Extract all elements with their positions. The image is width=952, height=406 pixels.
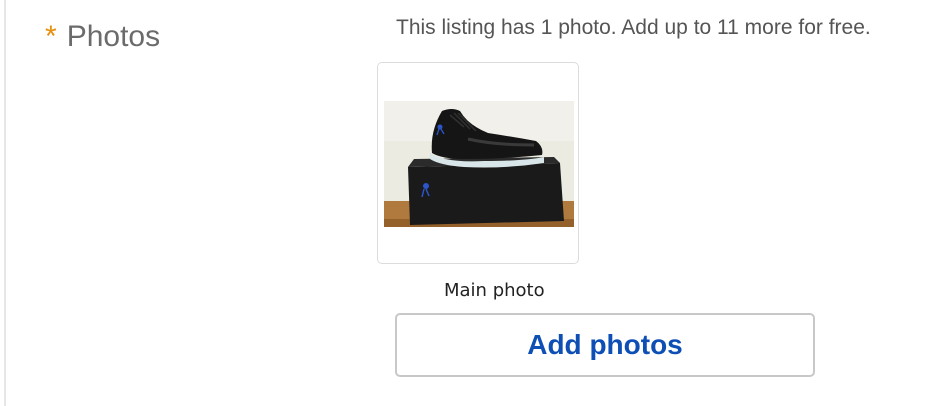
add-photos-button[interactable]: Add photos	[395, 313, 815, 377]
photos-label-text: Photos	[66, 20, 161, 53]
main-photo-card[interactable]	[377, 62, 579, 264]
photo-count-helper-text: This listing has 1 photo. Add up to 11 m…	[396, 16, 871, 39]
main-photo-caption: Main photo	[444, 280, 545, 301]
sneaker-photo-thumbnail	[384, 101, 574, 227]
section-divider	[4, 0, 6, 406]
required-marker: *	[45, 20, 57, 53]
photos-field-label: * Photos	[45, 22, 160, 52]
photos-section: * Photos This listing has 1 photo. Add u…	[0, 0, 952, 406]
